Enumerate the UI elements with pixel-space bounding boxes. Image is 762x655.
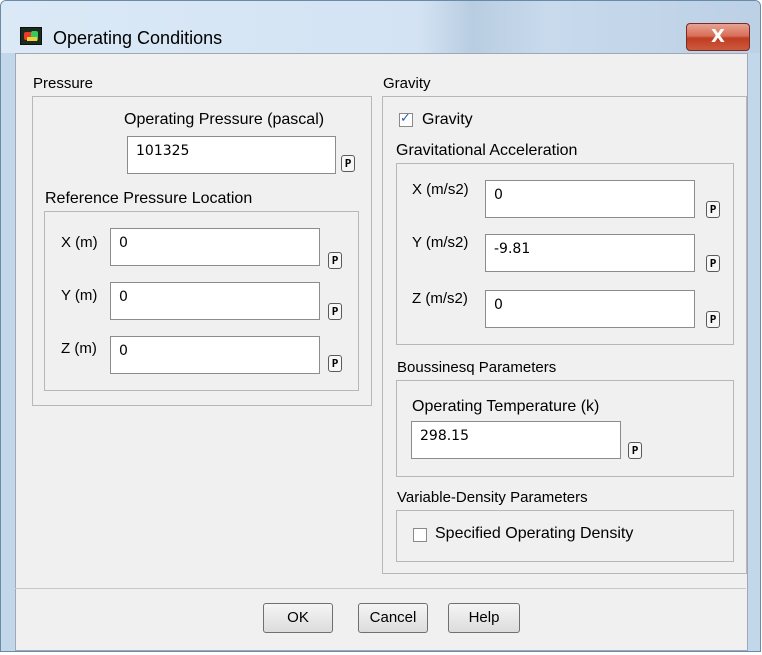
operating-pressure-label: Operating Pressure (pascal) <box>124 111 325 128</box>
accel-z-parameter-button[interactable]: P <box>706 311 720 328</box>
ref-z-field[interactable]: 0 <box>110 336 320 374</box>
operating-temperature-label: Operating Temperature (k) <box>412 398 600 415</box>
operating-temperature-parameter-button[interactable]: P <box>628 442 642 459</box>
boussinesq-parameters-label: Boussinesq Parameters <box>397 359 557 376</box>
pressure-group-label: Pressure <box>33 75 94 92</box>
accel-y-parameter-button[interactable]: P <box>706 255 720 272</box>
reference-pressure-location-label: Reference Pressure Location <box>45 190 253 207</box>
ref-x-label: X (m) <box>61 234 98 251</box>
ref-y-field[interactable]: 0 <box>110 282 320 320</box>
app-icon <box>20 27 42 45</box>
operating-pressure-field[interactable]: 101325 <box>127 136 336 174</box>
close-button[interactable]: X <box>686 23 750 51</box>
ref-x-field[interactable]: 0 <box>110 228 320 266</box>
ref-y-label: Y (m) <box>61 287 98 304</box>
help-button[interactable]: Help <box>448 603 520 633</box>
accel-z-field[interactable]: 0 <box>485 290 695 328</box>
button-bar-separator <box>15 588 746 589</box>
ref-x-parameter-button[interactable]: P <box>328 252 342 269</box>
gravitational-acceleration-label: Gravitational Acceleration <box>396 142 578 159</box>
variable-density-parameters-label: Variable-Density Parameters <box>397 489 588 506</box>
ref-y-parameter-button[interactable]: P <box>328 303 342 320</box>
accel-x-label: X (m/s2) <box>412 181 469 198</box>
accel-x-field[interactable]: 0 <box>485 180 695 218</box>
title-bar[interactable]: Operating Conditions X <box>1 1 760 53</box>
specified-operating-density-checkbox[interactable] <box>413 528 427 542</box>
accel-y-label: Y (m/s2) <box>412 234 469 251</box>
close-icon: X <box>711 26 725 47</box>
gravity-checkbox[interactable] <box>399 111 413 127</box>
ok-button[interactable]: OK <box>263 603 333 633</box>
specified-operating-density-label: Specified Operating Density <box>435 525 634 542</box>
ref-z-parameter-button[interactable]: P <box>328 355 342 372</box>
ref-z-label: Z (m) <box>61 340 97 357</box>
accel-x-parameter-button[interactable]: P <box>706 201 720 218</box>
gravity-group-label: Gravity <box>383 75 431 92</box>
accel-z-label: Z (m/s2) <box>412 290 468 307</box>
window-title: Operating Conditions <box>53 28 223 48</box>
accel-y-field[interactable]: -9.81 <box>485 234 695 272</box>
operating-temperature-field[interactable]: 298.15 <box>411 421 621 459</box>
cancel-button[interactable]: Cancel <box>358 603 428 633</box>
operating-pressure-parameter-button[interactable]: P <box>341 155 355 172</box>
gravity-checkbox-label: Gravity <box>422 111 473 128</box>
